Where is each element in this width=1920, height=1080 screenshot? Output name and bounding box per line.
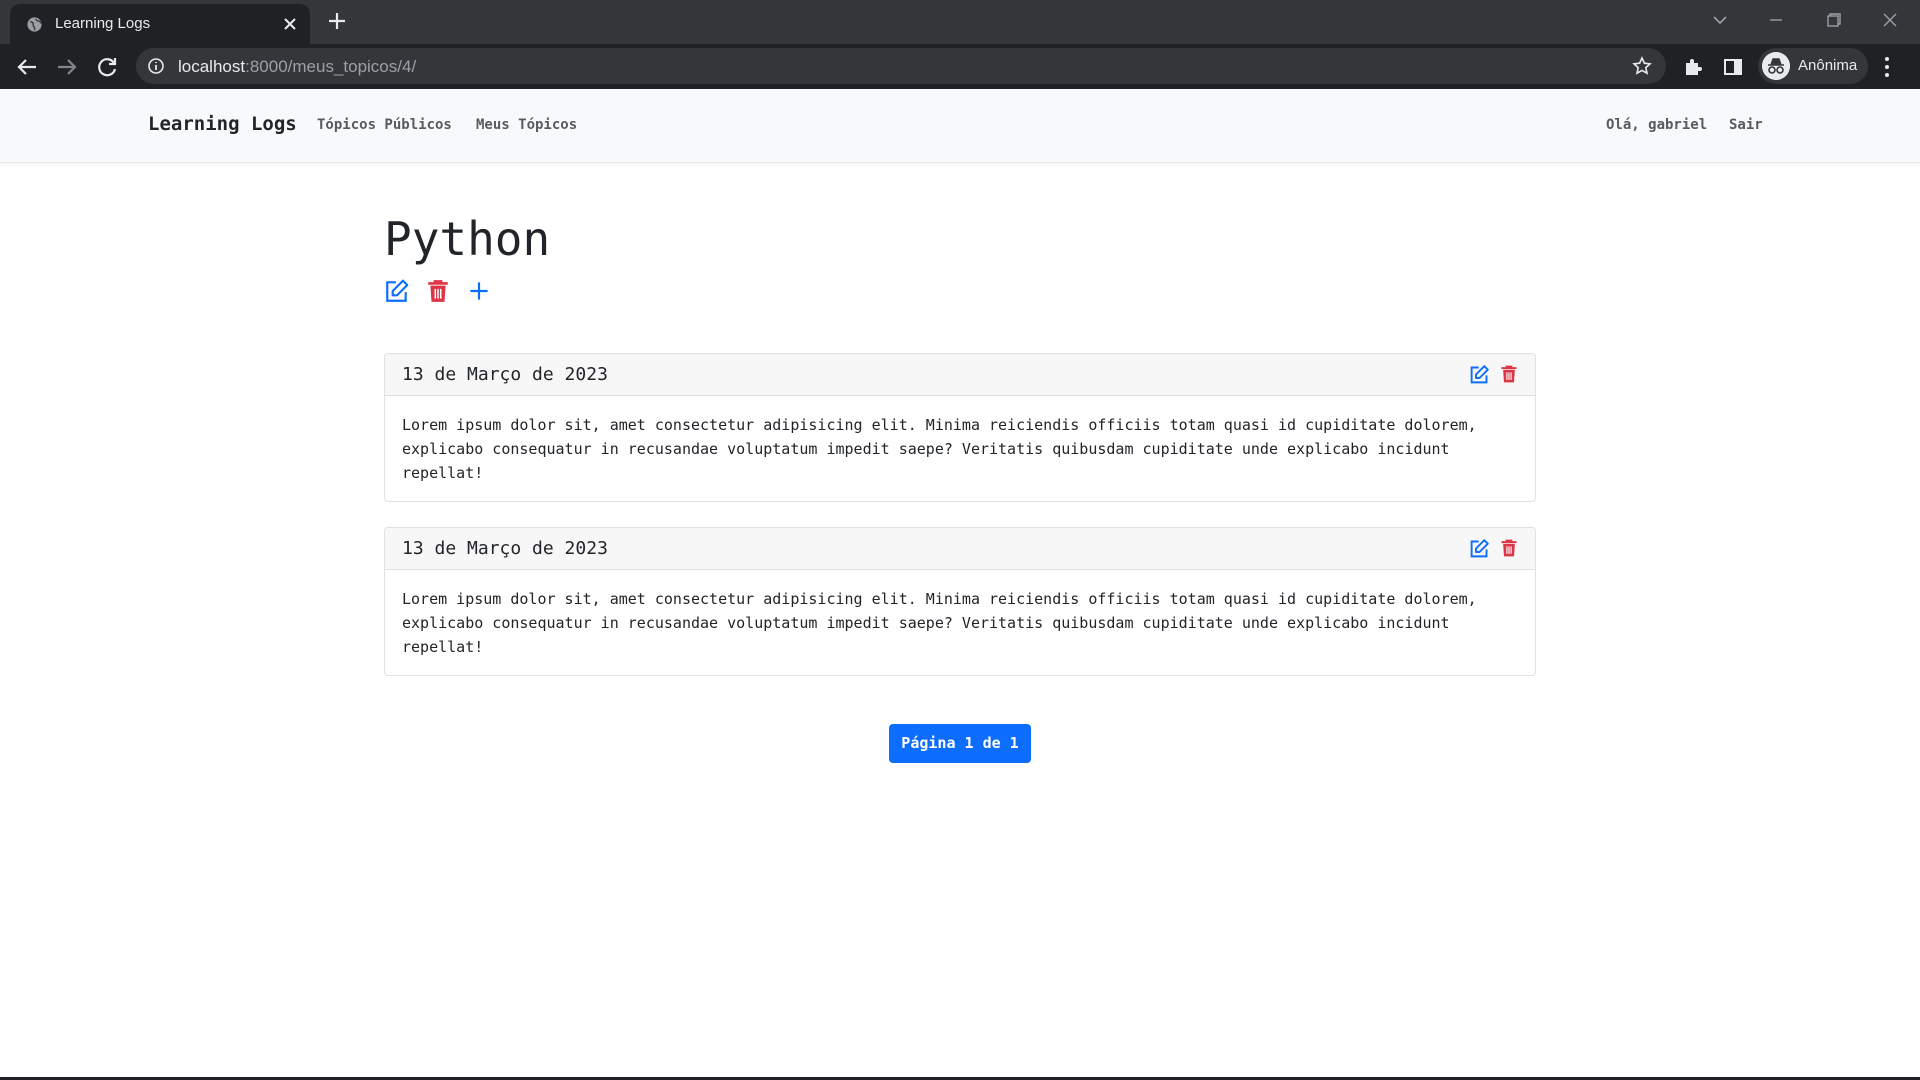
brand-link[interactable]: Learning Logs <box>148 113 297 135</box>
incognito-profile-button[interactable]: Anônima <box>1758 48 1868 84</box>
entry-header: 13 de Março de 2023 <box>385 354 1535 396</box>
entry-card: 13 de Março de 2023 Lorem ipsum dolor si… <box>384 527 1536 676</box>
url-path: :8000/meus_topicos/4/ <box>245 57 417 76</box>
browser-toolbar: localhost:8000/meus_topicos/4/ Anônima <box>0 44 1920 89</box>
edit-icon[interactable] <box>1469 364 1490 385</box>
edit-icon[interactable] <box>1469 538 1490 559</box>
address-bar[interactable]: localhost:8000/meus_topicos/4/ <box>136 48 1666 84</box>
entry-date: 13 de Março de 2023 <box>402 364 608 385</box>
entry-card: 13 de Março de 2023 Lorem ipsum dolor si… <box>384 353 1536 502</box>
nav-link-my-topics[interactable]: Meus Tópicos <box>476 117 577 133</box>
browser-menu-kebab-icon[interactable] <box>1883 55 1891 79</box>
incognito-icon <box>1762 52 1790 80</box>
pagination-button[interactable]: Página 1 de 1 <box>889 724 1031 763</box>
forward-arrow-icon[interactable] <box>52 52 82 82</box>
user-greeting: Olá, gabriel <box>1606 117 1708 133</box>
entry-header: 13 de Março de 2023 <box>385 528 1535 570</box>
profile-label: Anônima <box>1798 57 1858 74</box>
url-host: localhost <box>178 57 246 76</box>
nav-link-public-topics[interactable]: Tópicos Públicos <box>317 117 452 133</box>
minimize-icon[interactable] <box>1762 8 1790 32</box>
restore-icon[interactable] <box>1819 8 1847 32</box>
bookmark-star-icon[interactable] <box>1632 56 1652 76</box>
new-tab-plus-icon[interactable] <box>326 10 348 32</box>
trash-icon[interactable] <box>1499 363 1519 385</box>
entry-text: Lorem ipsum dolor sit, amet consectetur … <box>402 590 1477 656</box>
side-panel-icon[interactable] <box>1722 56 1744 78</box>
close-icon[interactable] <box>280 14 300 34</box>
trash-icon[interactable] <box>425 278 451 304</box>
browser-tabstrip: Learning Logs <box>0 0 1920 44</box>
entry-date: 13 de Março de 2023 <box>402 538 608 559</box>
trash-icon[interactable] <box>1499 537 1519 559</box>
logout-link[interactable]: Sair <box>1729 117 1763 133</box>
url-text[interactable]: localhost:8000/meus_topicos/4/ <box>178 57 416 77</box>
window-close-icon[interactable] <box>1876 8 1904 32</box>
browser-tab[interactable]: Learning Logs <box>10 4 310 44</box>
plus-icon[interactable] <box>466 278 492 304</box>
topic-title: Python <box>384 212 551 266</box>
tab-title: Learning Logs <box>55 15 151 32</box>
edit-icon[interactable] <box>384 278 410 304</box>
entry-text: Lorem ipsum dolor sit, amet consectetur … <box>402 416 1477 482</box>
extensions-puzzle-icon[interactable] <box>1682 56 1704 78</box>
reload-icon[interactable] <box>92 52 122 82</box>
info-icon[interactable] <box>147 57 165 75</box>
globe-icon <box>27 17 42 32</box>
app-navbar: Learning Logs Tópicos Públicos Meus Tópi… <box>0 89 1920 163</box>
tab-search-chevron-icon[interactable] <box>1706 8 1734 32</box>
back-arrow-icon[interactable] <box>12 52 42 82</box>
